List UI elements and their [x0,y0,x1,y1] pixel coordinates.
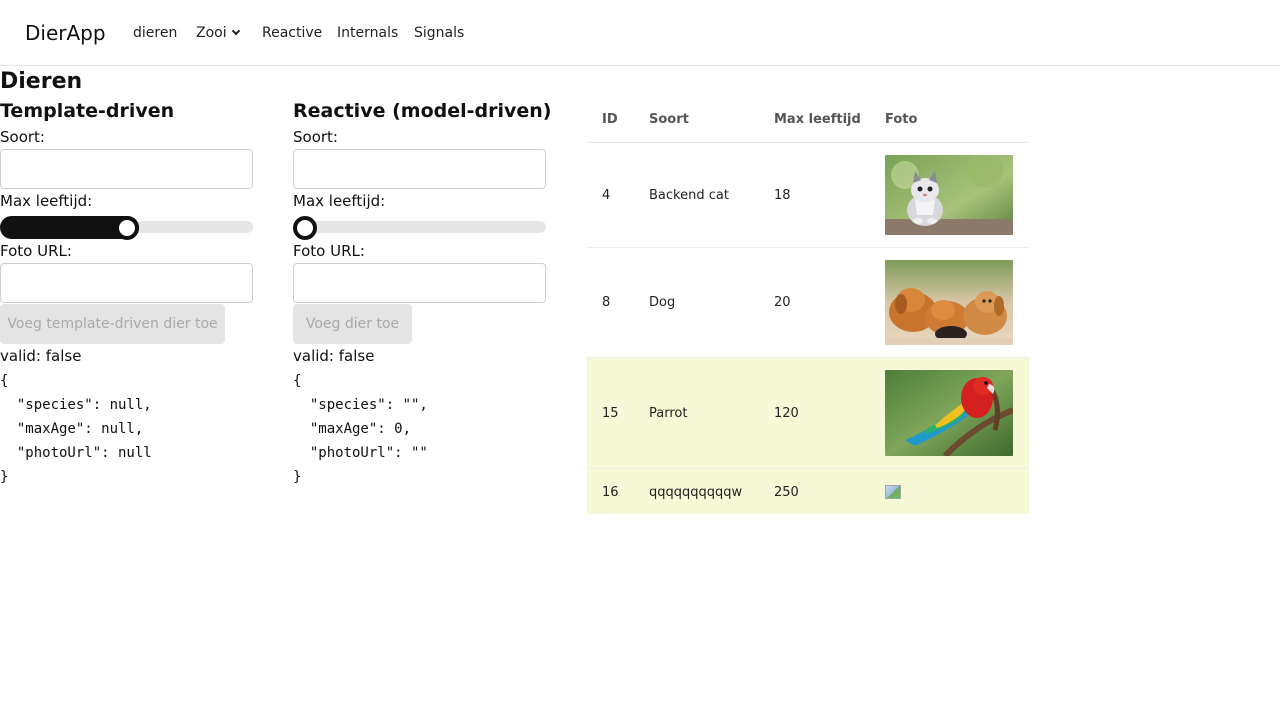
reactive-species-label: Soort: [293,128,338,146]
nav-link-internals[interactable]: Internals [337,25,398,41]
nav-dropdown-zooi-label: Zooi [196,25,227,41]
template-species-input[interactable] [0,149,253,189]
cell-species: Dog [649,295,676,310]
reactive-photo-input[interactable] [293,263,546,303]
reactive-form-json: { "species": "", "maxAge": 0, "photoUrl"… [293,373,428,485]
cell-max-age: 18 [774,188,791,203]
template-species-label: Soort: [0,128,45,146]
reactive-species-input[interactable] [293,149,546,189]
reactive-valid-status: valid: false [293,347,375,365]
reactive-submit-button[interactable]: Voeg dier toe [293,304,412,344]
table-row[interactable]: 4 Backend cat 18 [587,143,1029,248]
column-header-photo: Foto [885,112,918,127]
column-header-id: ID [602,112,618,127]
cell-id: 8 [602,295,611,310]
kitten-photo [885,155,1013,235]
cell-id: 16 [602,485,619,500]
table-row[interactable]: 15 Parrot 120 [587,358,1029,469]
column-header-max-age: Max leeftijd [774,112,861,127]
navbar: DierApp dieren Zooi Reactive Internals S… [0,0,1280,66]
template-form-title: Template-driven [0,100,175,122]
template-photo-label: Foto URL: [0,242,72,260]
nav-link-signals[interactable]: Signals [414,25,464,41]
template-form-json: { "species": null, "maxAge": null, "phot… [0,373,152,485]
cell-max-age: 250 [774,485,799,500]
reactive-max-age-slider-thumb[interactable] [293,216,317,240]
table-row[interactable]: 16 qqqqqqqqqqw 250 [587,469,1029,514]
cell-max-age: 20 [774,295,791,310]
cell-species: Parrot [649,406,688,421]
nav-link-dieren[interactable]: dieren [133,25,177,41]
reactive-max-age-label: Max leeftijd: [293,192,386,210]
cell-id: 15 [602,406,619,421]
animals-table: ID Soort Max leeftijd Foto 4 Backend cat… [587,98,1029,514]
template-submit-button[interactable]: Voeg template-driven dier toe [0,304,225,344]
puppies-photo [885,260,1013,345]
broken-image-icon [885,485,901,499]
template-max-age-label: Max leeftijd: [0,192,93,210]
table-header: ID Soort Max leeftijd Foto [587,98,1029,143]
template-photo-input[interactable] [0,263,253,303]
template-valid-status: valid: false [0,347,82,365]
brand-logo[interactable]: DierApp [25,21,106,45]
nav-dropdown-zooi[interactable]: Zooi [196,25,240,41]
cell-species: Backend cat [649,188,729,203]
column-header-species: Soort [649,112,689,127]
cell-max-age: 120 [774,406,799,421]
reactive-max-age-slider[interactable] [293,221,546,233]
reactive-photo-label: Foto URL: [293,242,365,260]
nav-link-reactive[interactable]: Reactive [262,25,322,41]
reactive-form-title: Reactive (model-driven) [293,100,552,122]
table-row[interactable]: 8 Dog 20 [587,248,1029,358]
parrot-photo [885,370,1013,456]
cell-species: qqqqqqqqqqw [649,485,743,500]
cell-id: 4 [602,188,611,203]
template-max-age-slider-thumb[interactable] [114,216,139,240]
page-title: Dieren [0,69,83,94]
chevron-down-icon [231,26,240,36]
